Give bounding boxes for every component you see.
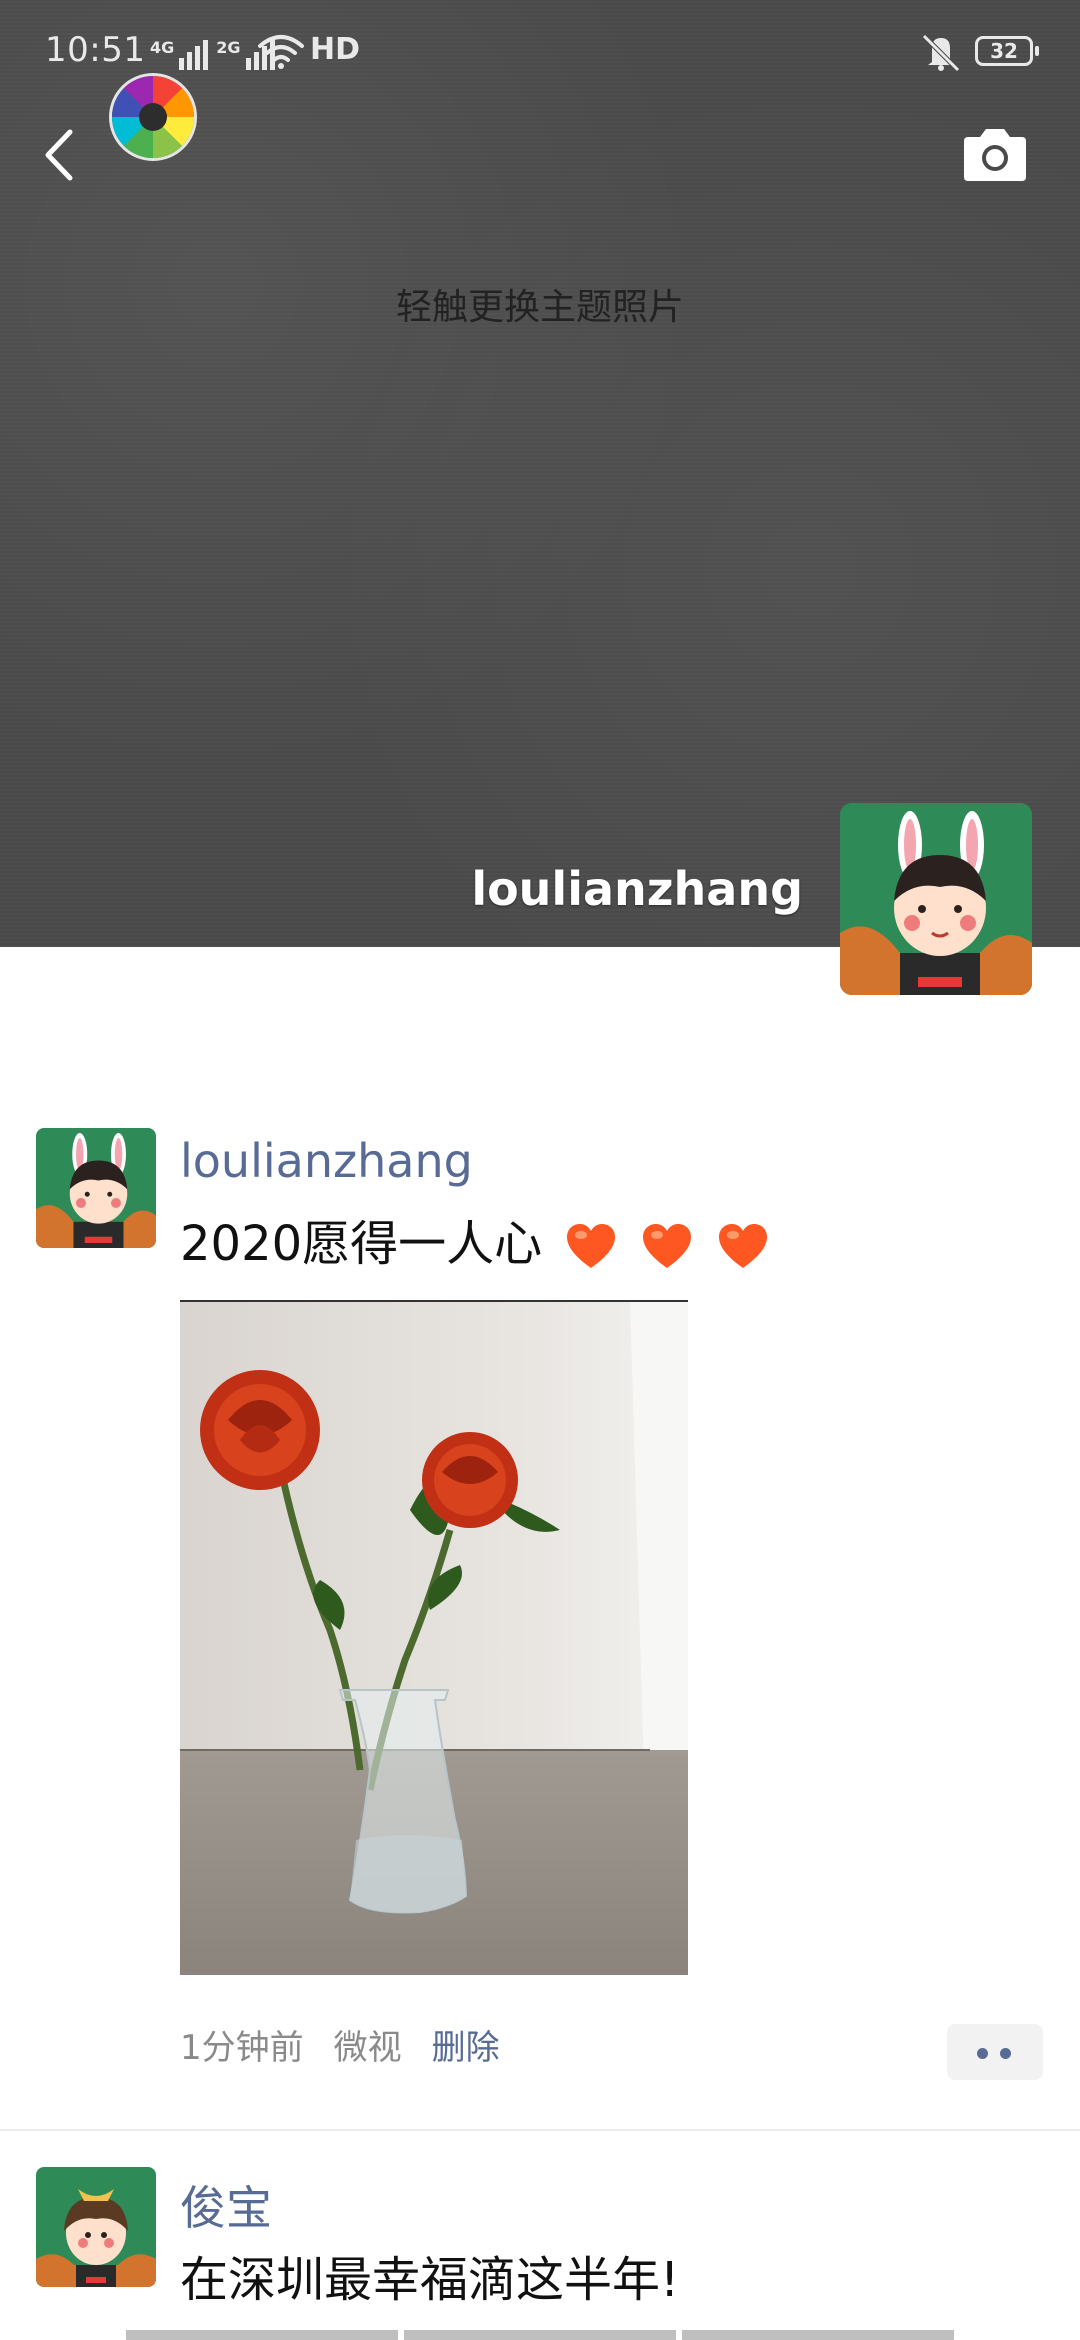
post-image-thumb[interactable] — [404, 2330, 676, 2340]
post-author-avatar[interactable] — [36, 2167, 156, 2287]
moments-screen: 10:51 4G 2G HD 32 轻触更换主题照片 loulianzhang … — [0, 0, 1080, 2340]
post-text: 在深圳最幸福滴这半年! — [180, 2252, 680, 2308]
post-image-thumb[interactable] — [126, 2330, 398, 2340]
post-author-name[interactable]: 俊宝 — [180, 2172, 272, 2238]
post-images-preview[interactable] — [126, 2330, 954, 2340]
post-image-thumb[interactable] — [682, 2330, 954, 2340]
moment-post: 俊宝 在深圳最幸福滴这半年! — [0, 0, 1080, 2340]
